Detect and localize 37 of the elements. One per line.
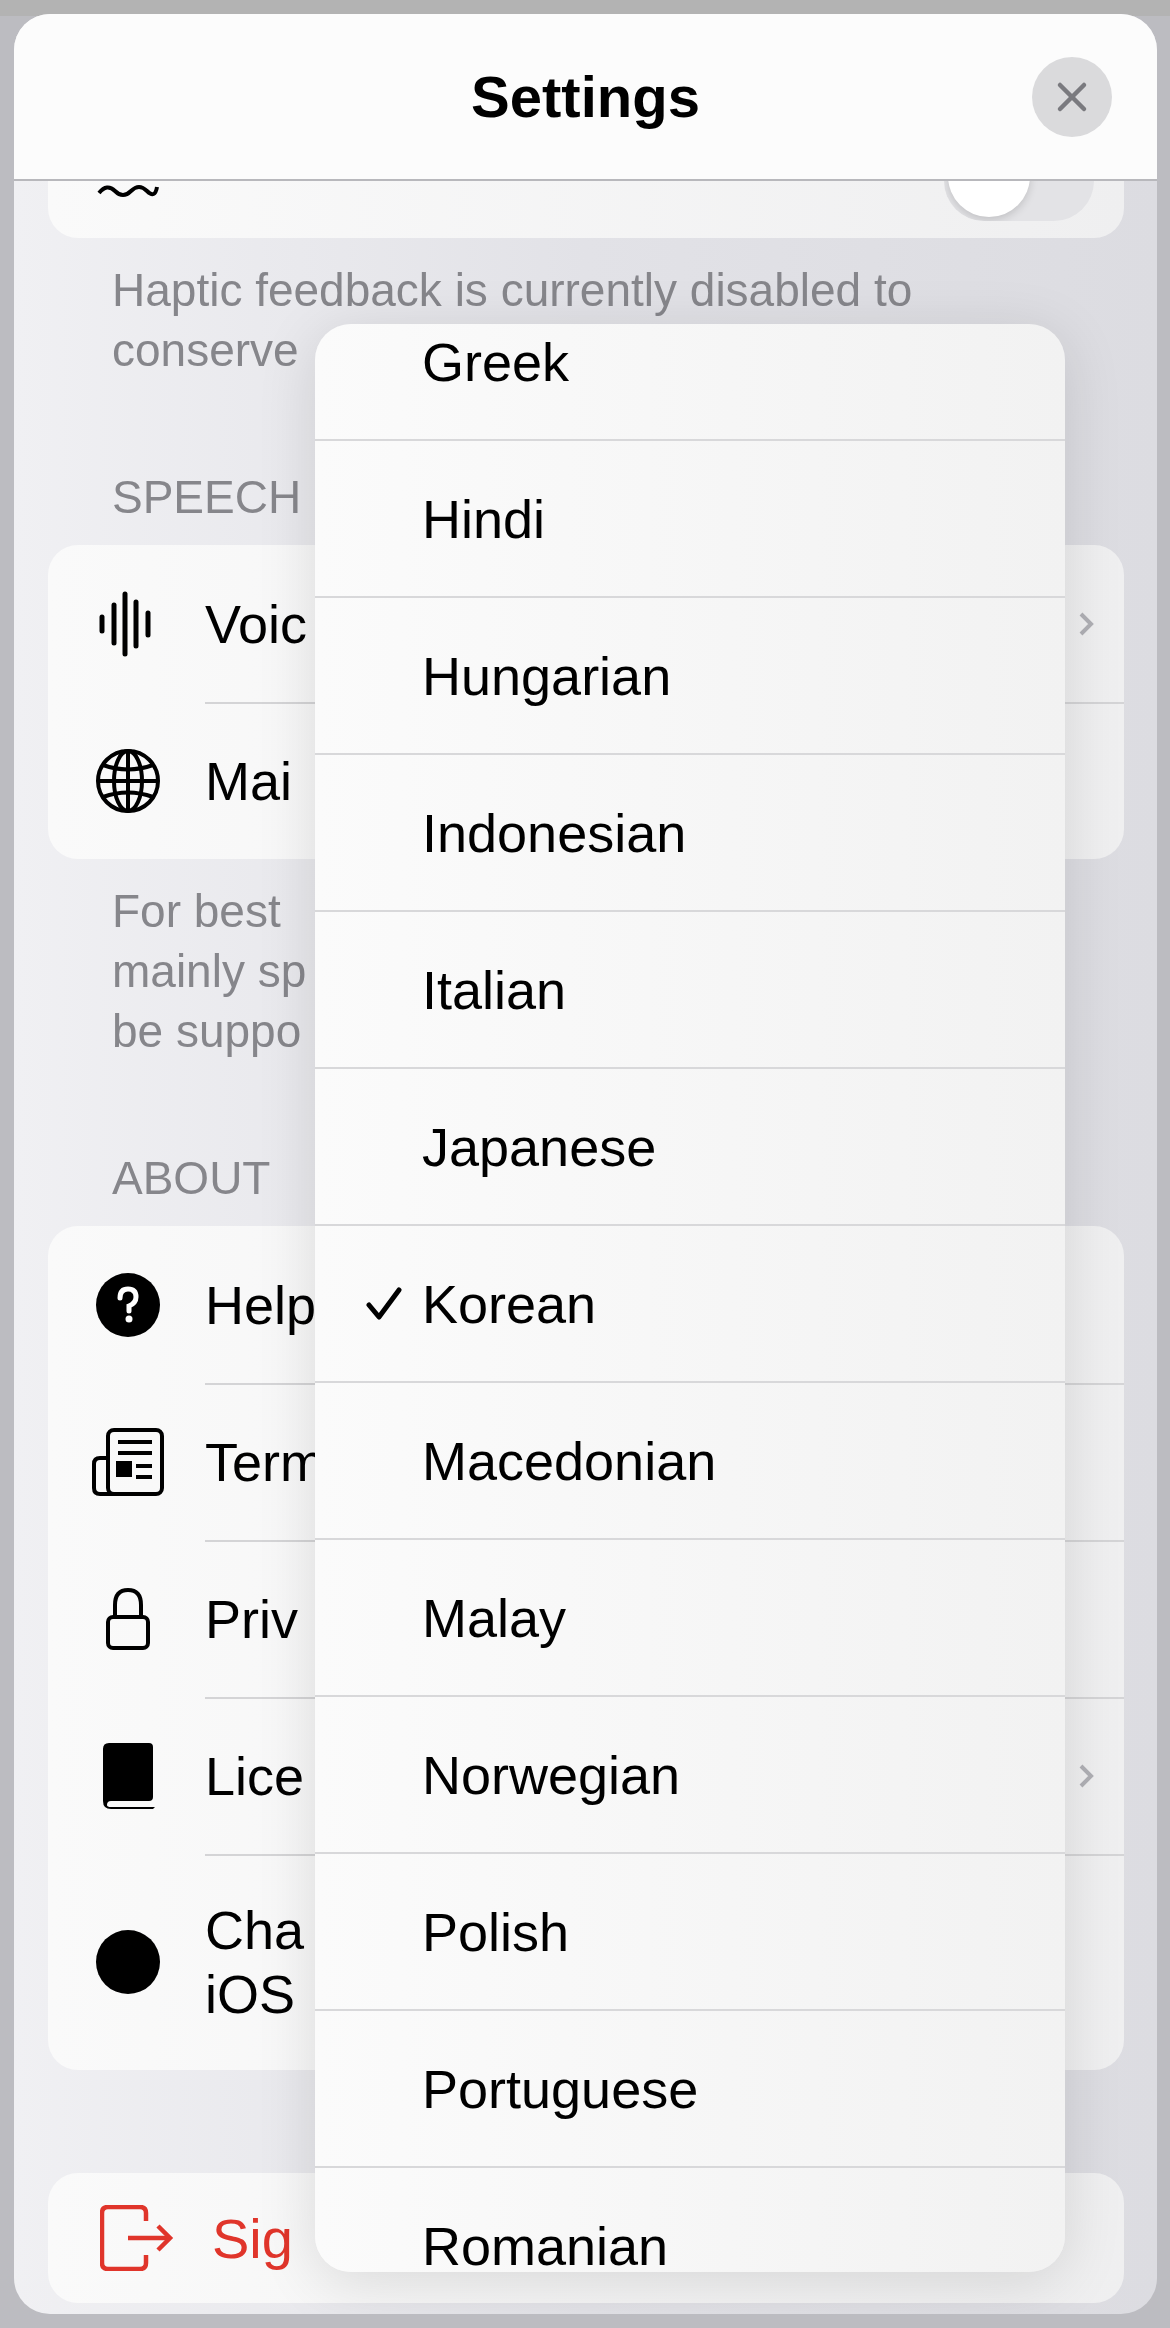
- chevron-icon: [1078, 610, 1094, 637]
- language-option[interactable]: Korean: [315, 1226, 1065, 1383]
- language-option[interactable]: Macedonian: [315, 1383, 1065, 1540]
- language-option[interactable]: Greek: [315, 324, 1065, 441]
- row-label[interactable]: Cha iOS: [205, 1898, 305, 2026]
- close-icon: [1056, 81, 1088, 113]
- language-option[interactable]: Norwegian: [315, 1697, 1065, 1854]
- language-option[interactable]: Portuguese: [315, 2011, 1065, 2168]
- globe-icon: [95, 747, 161, 814]
- language-option[interactable]: Romanian: [315, 2168, 1065, 2272]
- dot-icon: [96, 1930, 160, 1994]
- footer-text: conserve: [112, 323, 299, 378]
- help-icon: [96, 1272, 160, 1337]
- row-label[interactable]: Priv: [205, 1586, 298, 1651]
- language-option[interactable]: Indonesian: [315, 755, 1065, 912]
- section-heading: ABOUT: [112, 1151, 271, 1206]
- footer-text: be suppo: [112, 1004, 302, 1059]
- footer-text: For best: [112, 884, 281, 939]
- section-heading: SPEECH: [112, 470, 302, 525]
- footer-text: Haptic feedback is currently disabled to: [112, 263, 913, 318]
- language-option[interactable]: Italian: [315, 912, 1065, 1069]
- window-title: Settings: [471, 63, 700, 130]
- language-option[interactable]: Polish: [315, 1854, 1065, 2011]
- language-option[interactable]: Hungarian: [315, 598, 1065, 755]
- language-option[interactable]: Hindi: [315, 441, 1065, 598]
- row-label[interactable]: Lice: [205, 1743, 305, 1808]
- language-option[interactable]: Malay: [315, 1540, 1065, 1697]
- book-icon: [101, 1740, 155, 1811]
- footer-text: mainly sp: [112, 944, 307, 999]
- row-label[interactable]: Help: [205, 1272, 317, 1337]
- newspaper-icon: [92, 1427, 164, 1496]
- row-label[interactable]: Voic: [205, 591, 308, 656]
- lock-icon: [105, 1586, 151, 1651]
- sign-out-icon: [100, 2205, 174, 2271]
- chevron-icon: [1078, 1762, 1094, 1789]
- language-option[interactable]: Japanese: [315, 1069, 1065, 1226]
- row-label[interactable]: Mai: [205, 748, 292, 813]
